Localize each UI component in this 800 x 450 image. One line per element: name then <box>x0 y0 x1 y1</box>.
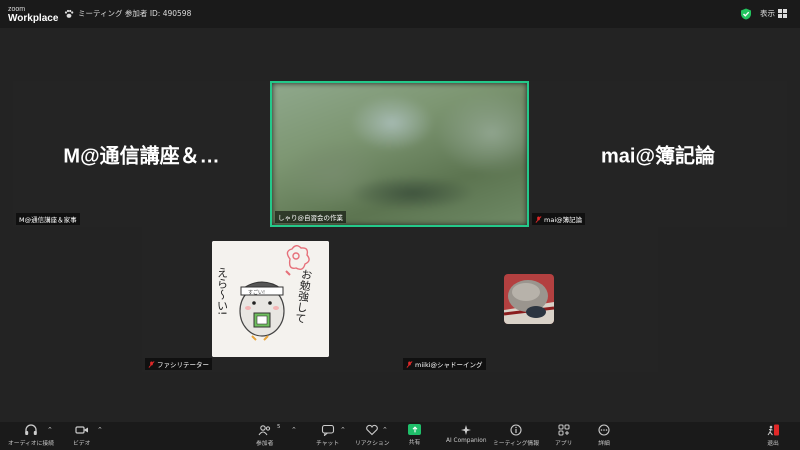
paw-icon <box>64 9 74 18</box>
apps-icon <box>558 424 570 436</box>
chat-icon <box>321 424 334 436</box>
chat-caret-icon[interactable]: ⌃ <box>340 426 346 434</box>
audio-caret-icon[interactable]: ⌃ <box>47 426 53 434</box>
leave-icon <box>767 424 779 436</box>
participant-display-name: mai@簿記論 <box>601 145 715 168</box>
meeting-toolbar: オーディオに接続 ⌃ ビデオ ⌃ 参加者 5 ⌃ チャット ⌃ リアクション ⌃ <box>0 422 800 450</box>
ai-companion-label: AI Companion <box>446 438 487 444</box>
reactions-label: リアクション <box>355 441 390 447</box>
avatar-photo-image <box>504 274 554 324</box>
view-label: 表示 <box>760 9 775 18</box>
chat-label: チャット <box>316 441 340 447</box>
participant-name-label: しゃり@自習会の作業 <box>275 211 346 223</box>
participant-name-text: M@通信講座＆家事 <box>19 216 77 224</box>
participant-name-label: M@通信講座＆家事 <box>16 213 80 225</box>
reactions-caret-icon[interactable]: ⌃ <box>382 426 388 434</box>
sparkle-icon <box>461 425 472 435</box>
headphones-icon <box>25 424 37 435</box>
more-icon <box>598 424 610 436</box>
participant-name-text: しゃり@自習会の作業 <box>278 214 343 222</box>
participants-count: 5 <box>277 424 281 430</box>
chat-button[interactable]: チャット <box>316 424 339 447</box>
participant-name-label: mai@簿記論 <box>532 213 586 225</box>
video-caret-icon[interactable]: ⌃ <box>97 426 103 434</box>
share-button[interactable]: 共有 <box>408 424 421 446</box>
info-icon <box>510 424 522 436</box>
participant-tile-active[interactable]: しゃり@自習会の作業 <box>270 81 529 227</box>
zoom-logo: zoom Workplace <box>8 5 59 24</box>
share-label: 共有 <box>408 440 421 446</box>
more-button[interactable]: 詳細 <box>597 424 611 447</box>
mic-muted-icon <box>148 360 155 368</box>
ai-companion-button[interactable]: AI Companion <box>446 424 487 444</box>
video-stage: M@通信講座＆… M@通信講座＆家事 しゃり@自習会の作業 mai@簿記論 ma… <box>0 28 800 422</box>
grid-icon <box>778 9 787 18</box>
video-camera-icon <box>75 426 88 434</box>
participants-label: 参加者 <box>256 441 274 447</box>
top-bar: zoom Workplace ミーティング 参加者 ID: 490598 表示 <box>0 0 800 28</box>
avatar-sticker: お勉強して えら〜い! すごい! <box>212 241 329 357</box>
meeting-info-label: ミーティング情報 <box>493 441 540 447</box>
meeting-info[interactable]: ミーティング 参加者 ID: 490598 <box>64 8 191 19</box>
mic-muted-icon <box>406 360 413 368</box>
video-button[interactable]: ビデオ <box>73 424 90 447</box>
participant-name-text: ファシリテーター <box>157 361 209 369</box>
mic-muted-icon <box>535 215 542 223</box>
participant-tile[interactable]: M@通信講座＆… M@通信講座＆家事 <box>13 81 270 227</box>
leave-button[interactable]: 退出 <box>766 424 780 447</box>
brand-large: Workplace <box>8 13 59 24</box>
video-label: ビデオ <box>73 441 91 447</box>
apps-label: アプリ <box>555 441 573 447</box>
share-screen-icon <box>408 424 421 435</box>
penguin-sticker-image: お勉強して えら〜い! すごい! <box>212 241 329 357</box>
participant-display-name: M@通信講座＆… <box>63 145 220 168</box>
blurred-video-feed <box>272 83 527 225</box>
participant-name-text: mai@簿記論 <box>544 216 583 224</box>
participant-name-text: miiki@シャドーイング <box>415 361 483 369</box>
view-button[interactable]: 表示 <box>760 8 787 19</box>
participant-name-label: ファシリテーター <box>145 358 212 370</box>
audio-label: オーディオに接続 <box>8 441 54 447</box>
heart-icon <box>366 424 379 436</box>
participant-tile[interactable]: お勉強して えら〜い! すごい! ファシリテーター <box>142 227 400 372</box>
more-label: 詳細 <box>598 441 610 447</box>
headband-text: すごい! <box>248 289 265 296</box>
avatar-photo <box>504 274 554 324</box>
sticker-text-left: えら〜い! <box>216 267 229 316</box>
participants-icon <box>258 425 270 436</box>
leave-label: 退出 <box>767 441 779 447</box>
meeting-info-button[interactable]: ミーティング情報 <box>493 424 539 447</box>
participant-name-label: miiki@シャドーイング <box>403 358 486 370</box>
participant-tile[interactable]: mai@簿記論 mai@簿記論 <box>529 81 787 227</box>
participants-caret-icon[interactable]: ⌃ <box>291 426 297 434</box>
participants-button[interactable]: 参加者 <box>256 424 273 447</box>
participant-tile[interactable]: miiki@シャドーイング <box>400 227 658 372</box>
shield-icon[interactable] <box>740 8 752 20</box>
meeting-id-text: ミーティング 参加者 ID: 490598 <box>78 9 192 18</box>
apps-button[interactable]: アプリ <box>555 424 572 447</box>
